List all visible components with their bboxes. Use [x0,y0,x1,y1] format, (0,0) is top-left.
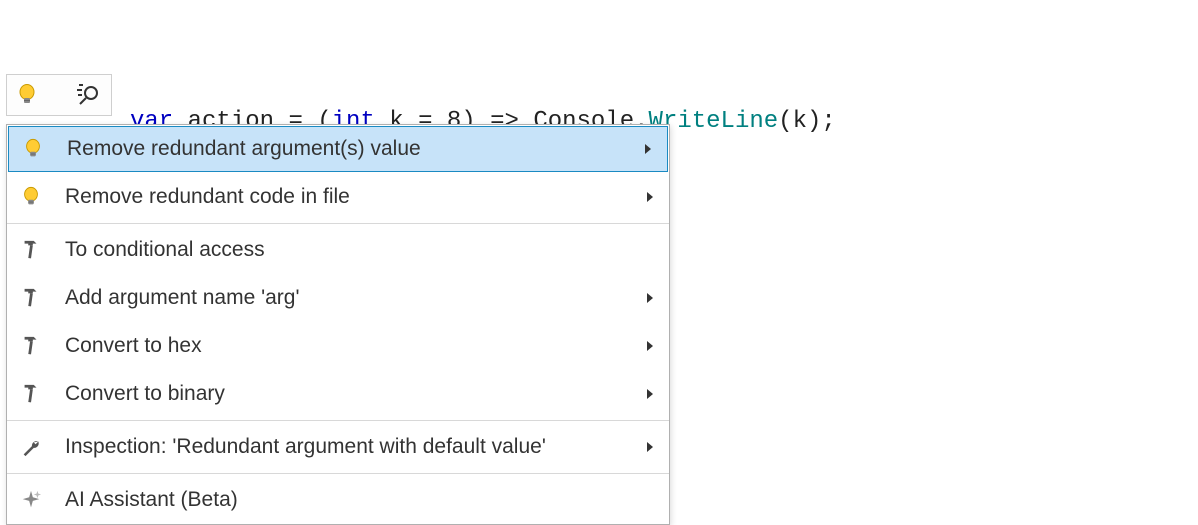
hammer-icon [17,332,45,360]
hammer-icon [17,380,45,408]
chevron-right-icon [641,291,659,305]
menu-item-label: Add argument name 'arg' [65,286,641,310]
wrench-icon [17,433,45,461]
menu-item-label: Remove redundant argument(s) value [67,137,639,161]
menu-item-label: Convert to binary [65,382,641,406]
menu-item-label: Convert to hex [65,334,641,358]
menu-item[interactable]: AI Assistant (Beta) [7,476,669,524]
sparkle-icon [17,486,45,514]
menu-item-label: Remove redundant code in file [65,185,641,209]
quick-fix-bulb-widget[interactable] [6,74,112,116]
chevron-right-icon [641,190,659,204]
menu-item[interactable]: To conditional access [7,226,669,274]
inspect-icon [75,81,101,109]
hammer-icon [17,284,45,312]
menu-item[interactable]: Convert to binary [7,370,669,418]
menu-separator [7,473,669,474]
chevron-right-icon [641,339,659,353]
chevron-right-icon [641,387,659,401]
hammer-icon [17,236,45,264]
menu-item-label: AI Assistant (Beta) [65,488,659,512]
bulb-icon [15,81,39,109]
menu-item-label: To conditional access [65,238,659,262]
menu-item[interactable]: Add argument name 'arg' [7,274,669,322]
menu-separator [7,420,669,421]
chevron-right-icon [639,142,657,156]
menu-item[interactable]: Inspection: 'Redundant argument with def… [7,423,669,471]
chevron-right-icon [641,440,659,454]
menu-item[interactable]: Remove redundant argument(s) value [8,126,668,172]
menu-item-label: Inspection: 'Redundant argument with def… [65,435,641,459]
quick-actions-menu: Remove redundant argument(s) value Remov… [6,124,670,525]
menu-item[interactable]: Remove redundant code in file [7,173,669,221]
bulb-yellow-icon [17,183,45,211]
menu-item[interactable]: Convert to hex [7,322,669,370]
bulb-yellow-icon [19,135,47,163]
menu-separator [7,223,669,224]
